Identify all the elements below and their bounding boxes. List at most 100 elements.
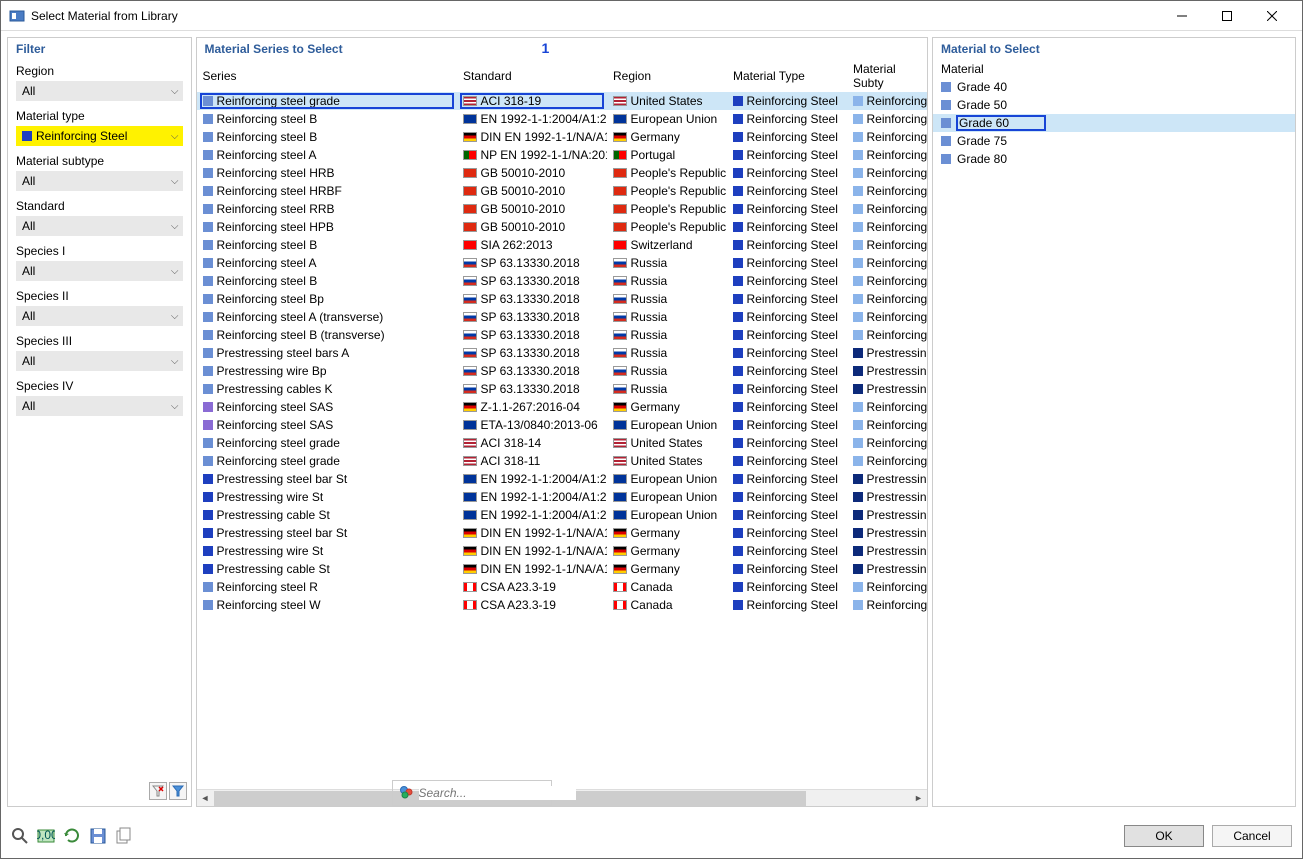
- col-standard[interactable]: Standard: [457, 60, 607, 92]
- type-name: Reinforcing Steel: [747, 544, 838, 558]
- chevron-down-icon: ⌵: [171, 401, 179, 412]
- table-row[interactable]: Reinforcing steel HRBFGB 50010-2010Peopl…: [197, 182, 927, 200]
- flag-icon: [613, 348, 627, 358]
- type-name: Reinforcing Steel: [747, 112, 838, 126]
- swatch-icon: [203, 168, 213, 178]
- series-name: Reinforcing steel SAS: [217, 418, 334, 432]
- material-type-combo[interactable]: Reinforcing Steel⌵: [16, 126, 183, 146]
- standard-name: GB 50010-2010: [481, 220, 566, 234]
- type-name: Reinforcing Steel: [747, 130, 838, 144]
- table-row[interactable]: Prestressing wire StEN 1992-1-1:2004/A1:…: [197, 488, 927, 506]
- col-region[interactable]: Region: [607, 60, 727, 92]
- flag-icon: [463, 384, 477, 394]
- table-row[interactable]: Prestressing steel bar StDIN EN 1992-1-1…: [197, 524, 927, 542]
- table-row[interactable]: Prestressing cables KSP 63.13330.2018Rus…: [197, 380, 927, 398]
- table-row[interactable]: Reinforcing steel SASZ-1.1-267:2016-04Ge…: [197, 398, 927, 416]
- close-button[interactable]: [1249, 2, 1294, 30]
- swatch-icon: [853, 240, 863, 250]
- table-row[interactable]: Reinforcing steel BpSP 63.13330.2018Russ…: [197, 290, 927, 308]
- minimize-button[interactable]: [1159, 2, 1204, 30]
- units-icon[interactable]: 0,00: [37, 827, 55, 845]
- table-row[interactable]: Prestressing wire BpSP 63.13330.2018Russ…: [197, 362, 927, 380]
- material-row[interactable]: Grade 50: [933, 96, 1295, 114]
- chevron-down-icon: ⌵: [171, 266, 179, 277]
- material-subtype-combo[interactable]: All⌵: [16, 171, 183, 191]
- swatch-icon: [733, 384, 743, 394]
- table-row[interactable]: Prestressing steel bars ASP 63.13330.201…: [197, 344, 927, 362]
- table-row[interactable]: Reinforcing steel WCSA A23.3-19CanadaRei…: [197, 596, 927, 614]
- species1-combo[interactable]: All⌵: [16, 261, 183, 281]
- save-icon[interactable]: [89, 827, 107, 845]
- material-row[interactable]: Grade 40: [933, 78, 1295, 96]
- flag-icon: [613, 546, 627, 556]
- type-name: Reinforcing Steel: [747, 94, 838, 108]
- series-header-row[interactable]: Series Standard Region Material Type Mat…: [197, 60, 927, 92]
- region-name: European Union: [631, 472, 718, 486]
- search-footer-icon[interactable]: [11, 827, 29, 845]
- table-row[interactable]: Reinforcing steel RCSA A23.3-19CanadaRei…: [197, 578, 927, 596]
- table-row[interactable]: Prestressing cable StEN 1992-1-1:2004/A1…: [197, 506, 927, 524]
- standard-name: DIN EN 1992-1-1/NA/A1:2…: [481, 544, 607, 558]
- standard-name: NP EN 1992-1-1/NA:2010-…: [481, 148, 607, 162]
- species2-combo[interactable]: All⌵: [16, 306, 183, 326]
- material-row[interactable]: Grade 80: [933, 150, 1295, 168]
- table-row[interactable]: Reinforcing steel gradeACI 318-14United …: [197, 434, 927, 452]
- material-row[interactable]: Grade 60: [933, 114, 1295, 132]
- table-row[interactable]: Reinforcing steel B (transverse)SP 63.13…: [197, 326, 927, 344]
- subtype-name: Reinforcing: [867, 94, 927, 108]
- table-row[interactable]: Reinforcing steel ANP EN 1992-1-1/NA:201…: [197, 146, 927, 164]
- standard-name: EN 1992-1-1:2004/A1:2014: [481, 112, 607, 126]
- cancel-button[interactable]: Cancel: [1212, 825, 1292, 847]
- species3-combo[interactable]: All⌵: [16, 351, 183, 371]
- flag-icon: [463, 276, 477, 286]
- material-col-header[interactable]: Material: [933, 60, 1295, 78]
- flag-icon: [463, 96, 477, 106]
- material-panel: Material to Select Material Grade 40Grad…: [932, 37, 1296, 807]
- table-row[interactable]: Reinforcing steel BSIA 262:2013Switzerla…: [197, 236, 927, 254]
- col-series[interactable]: Series: [197, 60, 457, 92]
- swatch-icon: [853, 96, 863, 106]
- svg-text:0,00: 0,00: [37, 828, 55, 842]
- scroll-left-icon[interactable]: ◄: [197, 790, 214, 807]
- table-row[interactable]: Reinforcing steel ASP 63.13330.2018Russi…: [197, 254, 927, 272]
- ok-button[interactable]: OK: [1124, 825, 1204, 847]
- table-row[interactable]: Reinforcing steel gradeACI 318-11United …: [197, 452, 927, 470]
- region-combo[interactable]: All⌵: [16, 81, 183, 101]
- standard-combo[interactable]: All⌵: [16, 216, 183, 236]
- subtype-name: Reinforcing: [867, 202, 927, 216]
- maximize-button[interactable]: [1204, 2, 1249, 30]
- type-name: Reinforcing Steel: [747, 166, 838, 180]
- table-row[interactable]: Reinforcing steel BSP 63.13330.2018Russi…: [197, 272, 927, 290]
- swatch-icon: [203, 348, 213, 358]
- refresh-icon[interactable]: [63, 827, 81, 845]
- filter-button[interactable]: [169, 782, 187, 800]
- table-row[interactable]: Reinforcing steel BEN 1992-1-1:2004/A1:2…: [197, 110, 927, 128]
- clear-filter-button[interactable]: [149, 782, 167, 800]
- table-row[interactable]: Reinforcing steel A (transverse)SP 63.13…: [197, 308, 927, 326]
- standard-name: ACI 318-19: [481, 94, 542, 108]
- copy-icon[interactable]: [115, 827, 133, 845]
- col-subtype[interactable]: Material Subty: [847, 60, 927, 92]
- table-row[interactable]: Prestressing cable StDIN EN 1992-1-1/NA/…: [197, 560, 927, 578]
- table-row[interactable]: Reinforcing steel HRBGB 50010-2010People…: [197, 164, 927, 182]
- type-name: Reinforcing Steel: [747, 256, 838, 270]
- subtype-name: Reinforcing: [867, 112, 927, 126]
- table-row[interactable]: Reinforcing steel HPBGB 50010-2010People…: [197, 218, 927, 236]
- scroll-right-icon[interactable]: ►: [910, 790, 927, 807]
- flag-icon: [463, 420, 477, 430]
- table-row[interactable]: Reinforcing steel BDIN EN 1992-1-1/NA/A1…: [197, 128, 927, 146]
- swatch-icon: [853, 492, 863, 502]
- material-row[interactable]: Grade 75: [933, 132, 1295, 150]
- swatch-icon: [853, 276, 863, 286]
- table-row[interactable]: Prestressing wire StDIN EN 1992-1-1/NA/A…: [197, 542, 927, 560]
- series-name: Prestressing cable St: [217, 508, 330, 522]
- table-row[interactable]: Reinforcing steel SASETA-13/0840:2013-06…: [197, 416, 927, 434]
- swatch-icon: [203, 114, 213, 124]
- table-row[interactable]: Reinforcing steel gradeACI 318-19United …: [197, 92, 927, 110]
- col-type[interactable]: Material Type: [727, 60, 847, 92]
- table-row[interactable]: Prestressing steel bar StEN 1992-1-1:200…: [197, 470, 927, 488]
- search-input[interactable]: [419, 786, 576, 800]
- table-row[interactable]: Reinforcing steel RRBGB 50010-2010People…: [197, 200, 927, 218]
- species4-combo[interactable]: All⌵: [16, 396, 183, 416]
- series-name: Reinforcing steel W: [217, 598, 321, 612]
